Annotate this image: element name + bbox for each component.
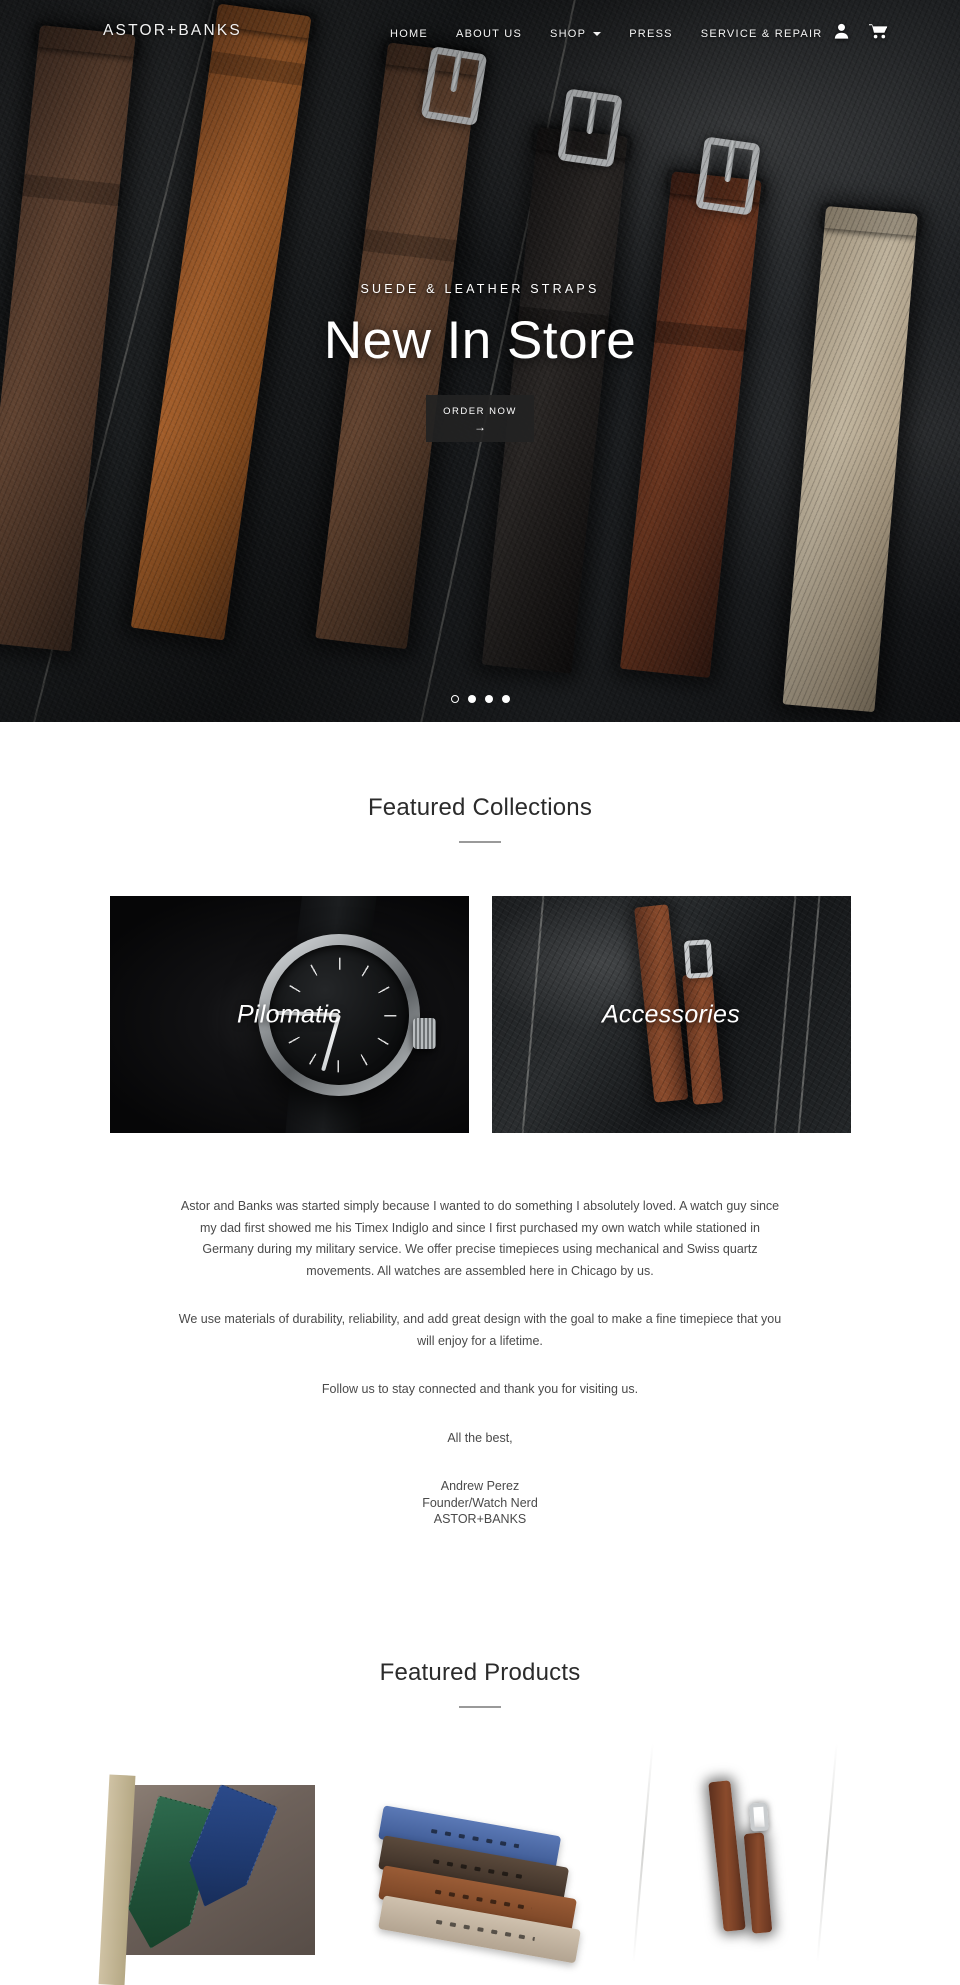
slider-dot-2[interactable] — [467, 695, 476, 703]
user-icon — [834, 23, 849, 39]
hero-slider[interactable]: ASTOR+BANKS HOME ABOUT US SHOP PRESS SER… — [0, 0, 960, 722]
section-header: Featured Products — [0, 1659, 960, 1708]
about-paragraph-2: We use materials of durability, reliabil… — [178, 1312, 782, 1348]
buckle-icon — [683, 939, 713, 979]
collection-label: Accessories — [601, 1000, 741, 1028]
signature-company: ASTOR+BANKS — [433, 1512, 527, 1526]
nav-item-shop[interactable]: SHOP — [536, 26, 615, 42]
featured-products-section: Featured Products — [0, 1528, 960, 1963]
nav-label: HOME — [390, 28, 428, 40]
collection-label: Pilomatic — [236, 1000, 342, 1028]
signature-name: Andrew Perez — [440, 1479, 520, 1493]
featured-collections-title: Featured Collections — [367, 794, 593, 821]
slider-dot-4[interactable] — [501, 695, 510, 703]
order-now-label: ORDER NOW — [443, 406, 517, 418]
about-paragraph-3: Follow us to stay connected and thank yo… — [321, 1382, 639, 1396]
about-signature: Andrew Perez Founder/Watch Nerd ASTOR+BA… — [173, 1478, 787, 1528]
section-divider — [459, 841, 501, 843]
slider-pagination — [0, 695, 960, 703]
nav-item-press[interactable]: PRESS — [615, 26, 687, 42]
hero-title: New In Store — [323, 311, 637, 370]
about-paragraph-1: Astor and Banks was started simply becau… — [180, 1199, 780, 1278]
slider-dot-1[interactable] — [450, 695, 459, 703]
nav-label: SERVICE & REPAIR — [700, 28, 823, 40]
cart-button[interactable] — [869, 23, 888, 39]
nav-item-home[interactable]: HOME — [376, 26, 442, 42]
collection-grid: Pilomatic Accessories — [0, 896, 960, 1133]
order-now-button[interactable]: ORDER NOW → — [426, 395, 534, 443]
slider-dot-3[interactable] — [484, 695, 493, 703]
about-section: Astor and Banks was started simply becau… — [0, 1133, 960, 1528]
site-header: ASTOR+BANKS HOME ABOUT US SHOP PRESS SER… — [0, 0, 960, 66]
collection-card-pilomatic[interactable]: Pilomatic — [109, 896, 469, 1133]
chevron-down-icon — [593, 32, 602, 36]
main-navigation: HOME ABOUT US SHOP PRESS SERVICE & REPAI… — [376, 26, 836, 42]
account-button[interactable] — [834, 23, 849, 39]
site-logo[interactable]: ASTOR+BANKS — [103, 22, 242, 40]
arrow-right-icon: → — [474, 420, 486, 435]
about-paragraph-4: All the best, — [447, 1430, 513, 1445]
nav-item-service-repair[interactable]: SERVICE & REPAIR — [687, 26, 837, 42]
section-divider — [459, 1705, 501, 1708]
collection-card-accessories[interactable]: Accessories — [491, 896, 851, 1133]
nav-label: SHOP — [550, 28, 587, 40]
nav-label: PRESS — [629, 28, 673, 40]
signature-role: Founder/Watch Nerd — [422, 1495, 538, 1510]
featured-products-title: Featured Products — [379, 1658, 581, 1686]
shopping-cart-icon — [869, 24, 888, 39]
header-icon-group — [834, 23, 888, 39]
nav-label: ABOUT US — [456, 28, 523, 40]
nav-item-about-us[interactable]: ABOUT US — [442, 26, 536, 42]
hero-eyebrow: SUEDE & LEATHER STRAPS — [360, 282, 600, 296]
section-header: Featured Collections — [0, 794, 960, 843]
featured-collections-section: Featured Collections Pilomatic Accessori… — [0, 722, 960, 1133]
hero-content: SUEDE & LEATHER STRAPS New In Store ORDE… — [0, 282, 960, 443]
accessory-strap-short — [681, 972, 723, 1105]
